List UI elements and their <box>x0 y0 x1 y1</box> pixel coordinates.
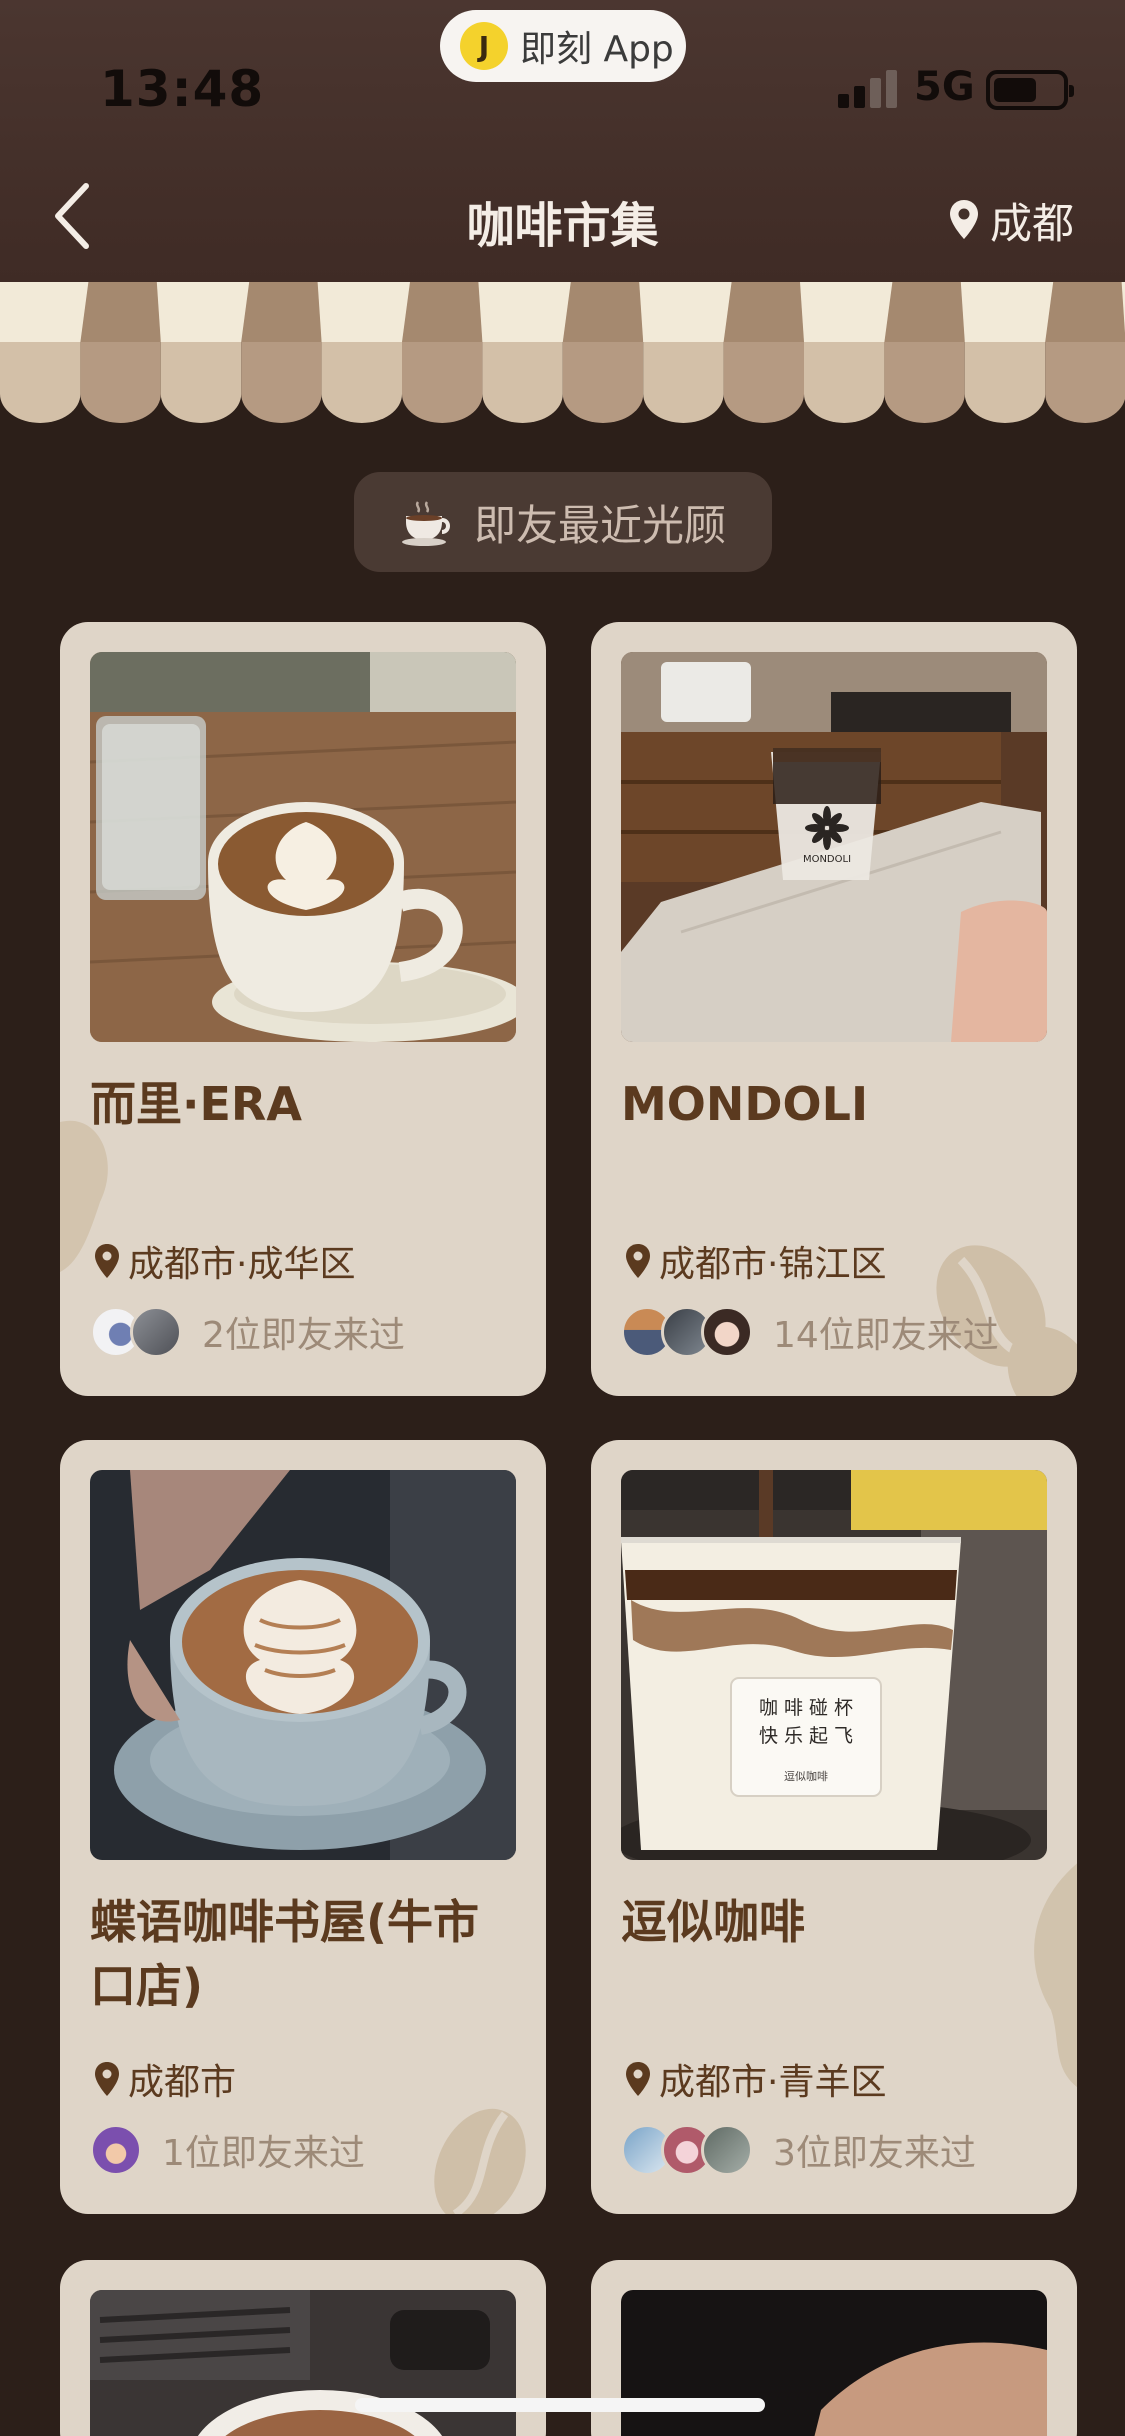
city-selector[interactable]: 成都 <box>948 192 1074 248</box>
cafe-photo <box>621 2290 1047 2436</box>
friend-avatars <box>621 2124 753 2176</box>
friends-visited[interactable]: 3位即友来过 <box>621 2122 976 2178</box>
location-pin-icon <box>95 1244 119 1278</box>
location-pin-icon <box>950 200 978 239</box>
cafe-card[interactable]: 而里·ERA 成都市·成华区 2位即友来过 <box>60 622 546 1396</box>
app-pill-label: 即刻 App <box>520 29 674 70</box>
back-to-app-pill[interactable]: J 即刻 App <box>440 10 686 82</box>
location-pin-icon <box>626 1244 650 1278</box>
friend-avatars <box>621 1306 753 1358</box>
cafe-photo: 咖 啡 碰 杯 快 乐 起 飞 逗似咖啡 <box>621 1470 1047 1860</box>
avatar <box>701 1306 753 1358</box>
cafe-location-text: 成都市·成华区 <box>128 1244 356 1285</box>
avatar <box>90 2124 142 2176</box>
cafe-location: 成都市·锦江区 <box>625 1236 886 1286</box>
cup-label-line2: 快 乐 起 飞 <box>759 1725 853 1747</box>
friends-count: 2位即友来过 <box>202 1315 405 1356</box>
avatar <box>701 2124 753 2176</box>
cafe-photo <box>90 2290 516 2436</box>
cafe-card[interactable]: 蝶语咖啡书屋(牛市口店) 成都市 1位即友来过 <box>60 1440 546 2214</box>
signal-icon <box>838 70 900 108</box>
cafe-name: 逗似咖啡 <box>621 1895 805 1949</box>
coffee-market-page: 13:48 J 即刻 App 5G 咖啡市集 成都 即友最近光顾 而里·ERA … <box>0 0 1125 2436</box>
friend-avatars <box>90 2124 142 2176</box>
network-label: 5G <box>914 64 975 110</box>
cafe-location: 成都市·成华区 <box>94 1236 355 1286</box>
cafe-name: 蝶语咖啡书屋(牛市口店) <box>90 1895 480 2013</box>
awning-decoration <box>0 282 1125 423</box>
friends-visited[interactable]: 2位即友来过 <box>90 1304 405 1360</box>
coffee-cup-icon <box>401 501 450 546</box>
friends-visited[interactable]: 1位即友来过 <box>90 2122 365 2178</box>
home-indicator[interactable] <box>355 2398 765 2412</box>
battery-icon <box>986 70 1074 110</box>
coffee-bean-decoration <box>434 2108 526 2214</box>
cafe-card[interactable]: MONDOLI MONDOLI 成都市·锦江区 14位即友来过 <box>591 622 1077 1396</box>
cup-label-brand: 逗似咖啡 <box>784 1769 828 1783</box>
cafe-name: 而里·ERA <box>90 1077 302 1131</box>
friends-count: 3位即友来过 <box>773 2133 976 2174</box>
cafe-location-text: 成都市 <box>128 2062 237 2103</box>
cafe-name: MONDOLI <box>621 1077 869 1131</box>
status-time: 13:48 <box>100 60 265 118</box>
cafe-location: 成都市 <box>94 2054 236 2104</box>
app-badge-icon: J <box>460 22 508 70</box>
cup-logo-text: MONDOLI <box>803 854 851 865</box>
cafe-location-text: 成都市·锦江区 <box>659 1244 887 1285</box>
friends-visited[interactable]: 14位即友来过 <box>621 1304 999 1360</box>
cafe-photo: MONDOLI <box>621 652 1047 1042</box>
recent-visits-chip[interactable]: 即友最近光顾 <box>354 472 772 572</box>
city-label: 成都 <box>990 198 1075 248</box>
chip-label: 即友最近光顾 <box>473 500 726 550</box>
cafe-location-text: 成都市·青羊区 <box>659 2062 887 2103</box>
top-bar: 13:48 J 即刻 App 5G 咖啡市集 成都 <box>0 0 1125 282</box>
cup-label-line1: 咖 啡 碰 杯 <box>759 1697 853 1719</box>
friend-avatars <box>90 1306 182 1358</box>
location-pin-icon <box>626 2062 650 2096</box>
friends-count: 1位即友来过 <box>162 2133 365 2174</box>
friends-count: 14位即友来过 <box>773 1315 999 1356</box>
avatar <box>130 1306 182 1358</box>
cafe-photo <box>90 1470 516 1860</box>
location-pin-icon <box>95 2062 119 2096</box>
cafe-card[interactable]: 咖 啡 碰 杯 快 乐 起 飞 逗似咖啡 逗似咖啡 成都市·青羊区 3位即友来过 <box>591 1440 1077 2214</box>
cafe-photo <box>90 652 516 1042</box>
cafe-location: 成都市·青羊区 <box>625 2054 886 2104</box>
